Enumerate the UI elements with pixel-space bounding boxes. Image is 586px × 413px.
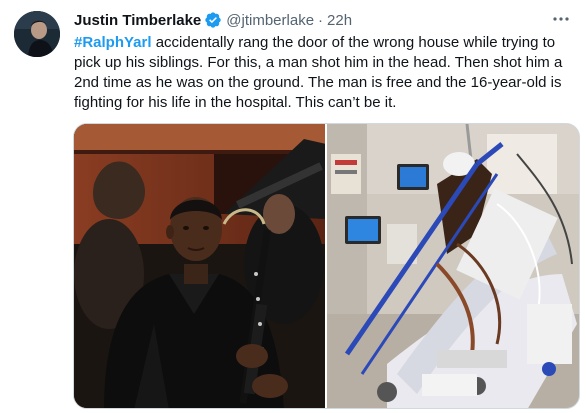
tweet-text-line-1-rest: accidentally rang the door of the wrong …: [151, 34, 556, 51]
hashtag-link[interactable]: #RalphYarl: [74, 34, 152, 51]
media-grid: [73, 123, 580, 409]
photo-musician-clarinet[interactable]: [74, 124, 325, 408]
verified-badge-icon: [204, 11, 222, 29]
tweet-text: #RalphYarl accidentally rang the door of…: [74, 33, 574, 113]
photo-hospital-bed[interactable]: [327, 124, 579, 408]
author-avatar[interactable]: [14, 11, 60, 57]
header-separator: ·: [318, 11, 324, 29]
author-handle[interactable]: @jtimberlake: [226, 12, 314, 29]
tweet[interactable]: Justin Timberlake @jtimberlake · 22h #Ra…: [0, 0, 586, 413]
tweet-text-line-2: pick up his siblings. For this, a man sh…: [74, 54, 563, 71]
more-options-button[interactable]: [550, 8, 572, 30]
author-name[interactable]: Justin Timberlake: [74, 12, 201, 29]
tweet-timestamp[interactable]: 22h: [327, 12, 352, 29]
ellipsis-icon: [552, 16, 570, 22]
tweet-text-line-3: 2nd time as he was on the ground. The ma…: [74, 74, 562, 91]
tweet-text-line-1: #RalphYarl accidentally rang the door of…: [74, 33, 574, 53]
tweet-header: Justin Timberlake @jtimberlake · 22h: [74, 9, 352, 31]
tweet-text-line-4: fighting for his life in the hospital. T…: [74, 94, 397, 111]
